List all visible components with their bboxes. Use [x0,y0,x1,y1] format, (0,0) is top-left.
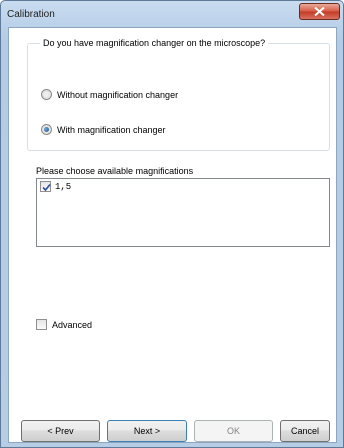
radio-button[interactable] [41,89,52,100]
checkbox[interactable] [36,319,47,330]
radio-with-changer[interactable]: With magnification changer [41,124,166,135]
prev-button-label: < Prev [47,426,74,436]
next-button-label: Next > [133,426,161,436]
checkbox[interactable] [40,181,51,192]
magnifications-label: Please choose available magnifications [36,166,194,176]
radio-without-changer[interactable]: Without magnification changer [41,89,178,100]
list-item-label[interactable]: 1,5 [55,182,71,192]
radio-label[interactable]: With magnification changer [57,125,166,135]
advanced-label[interactable]: Advanced [52,320,92,330]
radio-button-selected[interactable] [41,124,52,135]
checkmark-icon [42,183,51,192]
close-button[interactable] [299,3,340,20]
window-title: Calibration [7,9,55,20]
prev-button[interactable]: < Prev [21,420,100,442]
ok-button[interactable]: OK [194,420,273,442]
list-item[interactable]: 1,5 [40,181,71,192]
cancel-button[interactable]: Cancel [280,420,330,442]
magnifications-list[interactable]: 1,5 [36,178,330,247]
radio-label[interactable]: Without magnification changer [57,90,178,100]
title-bar[interactable]: Calibration [1,1,343,27]
advanced-checkbox[interactable]: Advanced [36,319,92,330]
close-icon [314,7,325,16]
ok-button-label: OK [226,426,240,436]
groupbox-title: Do you have magnification changer on the… [40,38,269,48]
cancel-button-label: Cancel [290,426,319,436]
next-button[interactable]: Next > [107,420,187,442]
